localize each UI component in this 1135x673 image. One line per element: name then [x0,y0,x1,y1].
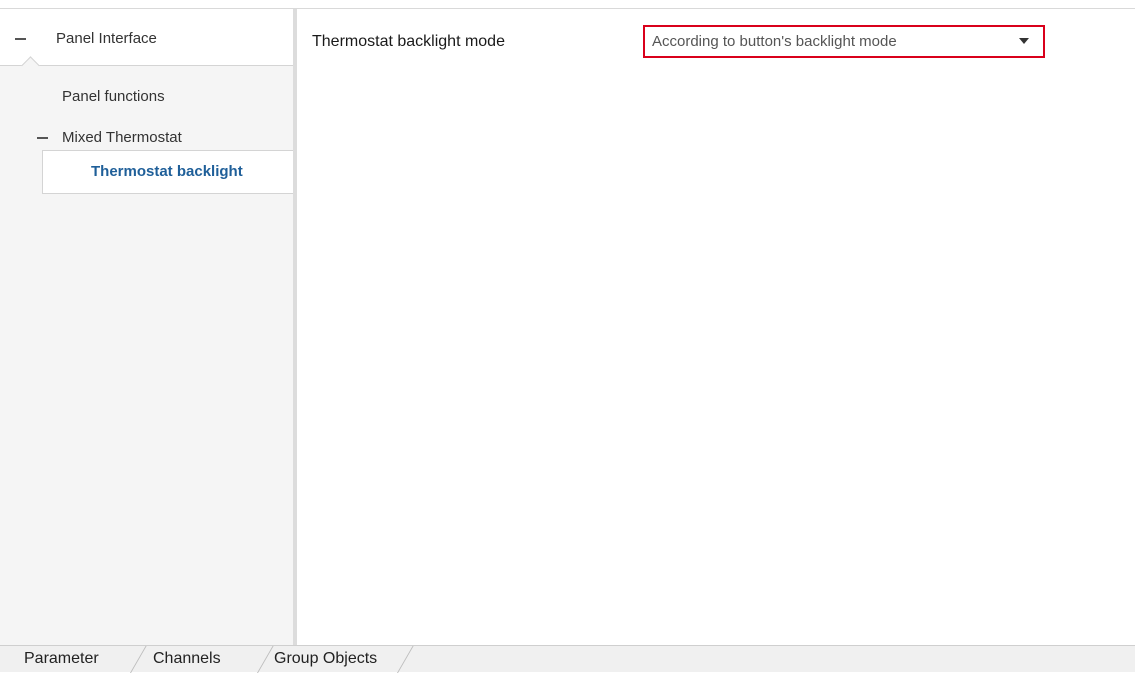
collapse-icon[interactable] [37,137,48,139]
collapse-icon[interactable] [15,38,26,40]
tree-root-label: Panel Interface [56,30,157,47]
dropdown-selected-value: According to button's backlight mode [652,33,897,50]
bottom-tab-bar: Parameter Channels Group Objects [0,645,1135,673]
tree-item-selected-label: Thermostat backlight [91,163,243,180]
chevron-down-icon[interactable] [1019,38,1029,44]
tab-separator [397,646,414,673]
tab-separator [257,646,274,673]
tab-channels[interactable]: Channels [153,650,221,668]
backlight-mode-dropdown[interactable]: According to button's backlight mode [643,25,1045,58]
tab-separator [130,646,147,673]
param-label-thermostat-backlight-mode: Thermostat backlight mode [312,33,505,50]
tree-root-panel-interface[interactable]: Panel Interface [0,9,293,75]
tree-item-panel-functions[interactable]: Panel functions [62,88,165,105]
tree-root-notch [21,56,40,75]
tab-group-objects[interactable]: Group Objects [274,650,377,668]
tab-parameter[interactable]: Parameter [24,650,99,668]
tree-item-thermostat-backlight[interactable]: Thermostat backlight [42,150,297,194]
tree-item-mixed-thermostat[interactable]: Mixed Thermostat [62,129,182,146]
parameter-tree: Panel Interface Panel functions Mixed Th… [0,9,293,645]
tree-scrollbar[interactable] [293,9,297,645]
